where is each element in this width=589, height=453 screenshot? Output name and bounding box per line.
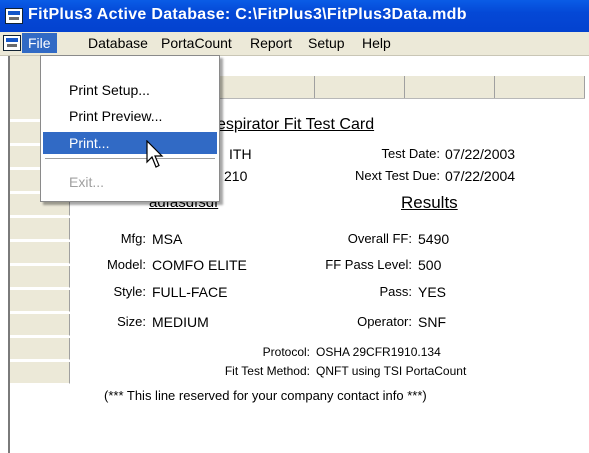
mouse-cursor-icon xyxy=(146,140,164,168)
title-bar: FitPlus3 Active Database: C:\FitPlus3\Fi… xyxy=(0,0,589,32)
mfg-label: Mfg: xyxy=(120,231,146,246)
protocol-label: Protocol: xyxy=(262,345,310,359)
method-label: Fit Test Method: xyxy=(224,364,310,378)
overall-ff-value: 5490 xyxy=(418,231,450,247)
app-icon[interactable] xyxy=(5,8,23,24)
menu-item-print-setup[interactable]: Print Setup... xyxy=(43,79,217,101)
ff-pass-label: FF Pass Level: xyxy=(325,257,412,272)
pass-label: Pass: xyxy=(379,284,412,299)
name-partial: ITH xyxy=(229,146,252,162)
test-date-label: Test Date: xyxy=(381,146,440,161)
style-label: Style: xyxy=(113,284,146,299)
menu-item-print[interactable]: Print... xyxy=(43,132,217,154)
document-icon[interactable] xyxy=(3,35,21,51)
card-title: espirator Fit Test Card xyxy=(217,116,375,133)
menu-item-exit[interactable]: Exit... xyxy=(43,171,217,193)
model-label: Model: xyxy=(106,257,146,272)
file-menu-dropdown: Print Setup... Print Preview... Print...… xyxy=(40,55,220,202)
grid-cell xyxy=(10,362,70,384)
test-date-value: 07/22/2003 xyxy=(445,146,516,162)
protocol-value: OSHA 29CFR1910.134 xyxy=(316,345,441,359)
operator-label: Operator: xyxy=(357,314,412,329)
grid-cell xyxy=(10,314,70,336)
size-label: Size: xyxy=(117,314,146,329)
model-value: COMFO ELITE xyxy=(152,257,247,273)
grid-cell xyxy=(10,290,70,312)
next-due-label: Next Test Due: xyxy=(354,168,440,183)
menu-file[interactable]: File xyxy=(22,33,57,53)
menu-item-print-preview[interactable]: Print Preview... xyxy=(43,105,217,127)
size-value: MEDIUM xyxy=(152,314,209,330)
mfg-value: MSA xyxy=(152,231,183,247)
grid-cell xyxy=(10,242,70,264)
menu-bar: File Database PortaCount Report Setup He… xyxy=(0,32,589,56)
grid-cell xyxy=(495,76,585,98)
contact-line: (*** This line reserved for your company… xyxy=(104,388,427,403)
menu-setup[interactable]: Setup xyxy=(302,33,351,53)
menu-help[interactable]: Help xyxy=(356,33,397,53)
pass-value: YES xyxy=(418,284,447,300)
grid-cell xyxy=(10,218,70,240)
method-value: QNFT using TSI PortaCount xyxy=(316,364,467,378)
overall-ff-label: Overall FF: xyxy=(347,231,412,246)
grid-cell xyxy=(10,338,70,360)
menu-report[interactable]: Report xyxy=(244,33,298,53)
next-due-value: 07/22/2004 xyxy=(445,168,516,184)
grid-cell xyxy=(405,76,495,98)
results-header: Results xyxy=(401,193,458,212)
window-title: FitPlus3 Active Database: C:\FitPlus3\Fi… xyxy=(28,6,467,23)
menu-separator xyxy=(45,158,215,159)
ff-pass-value: 500 xyxy=(418,257,442,273)
grid-cell xyxy=(10,266,70,288)
id-partial: 210 xyxy=(224,168,248,184)
menu-portacount[interactable]: PortaCount xyxy=(155,33,238,53)
operator-value: SNF xyxy=(418,314,446,330)
menu-database[interactable]: Database xyxy=(82,33,154,53)
grid-cell xyxy=(315,76,405,98)
style-value: FULL-FACE xyxy=(152,284,228,300)
grid-cell xyxy=(220,76,315,98)
